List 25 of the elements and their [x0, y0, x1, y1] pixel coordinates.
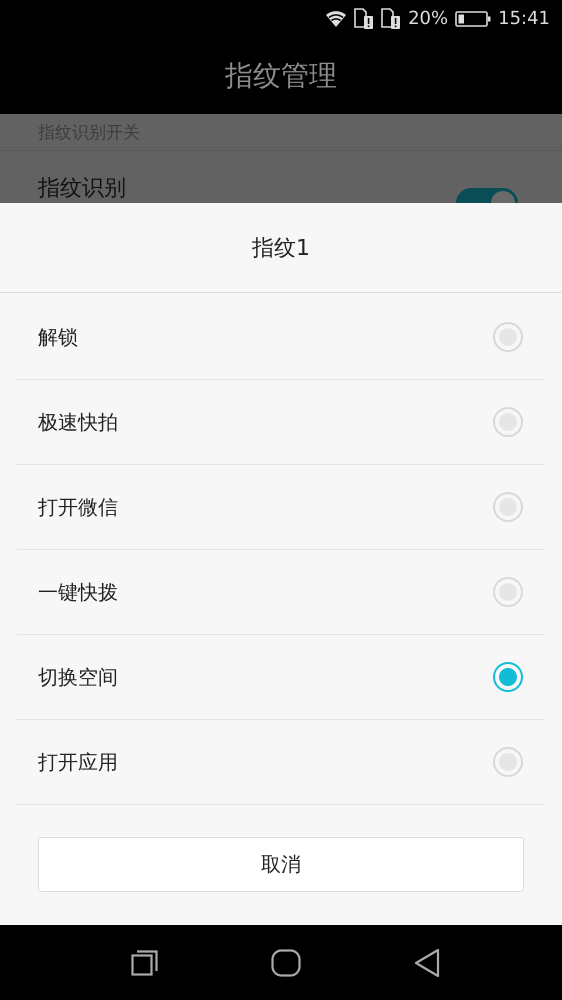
radio-button[interactable] [493, 407, 523, 437]
clock-time: 15:41 [498, 8, 550, 29]
radio-button[interactable] [493, 747, 523, 777]
radio-button[interactable] [493, 577, 523, 607]
back-icon[interactable] [413, 948, 441, 978]
battery-percent: 20% [408, 8, 448, 29]
screen-title: 指纹管理 [225, 58, 337, 94]
setting-label: 指纹识别 [38, 175, 126, 203]
radio-button[interactable] [493, 322, 523, 352]
option-item[interactable]: 解锁 [17, 295, 545, 380]
option-item[interactable]: 切换空间 [17, 635, 545, 720]
home-icon[interactable] [271, 948, 301, 976]
radio-button[interactable] [493, 492, 523, 522]
sim-card-icon [354, 8, 374, 30]
option-item[interactable]: 一键快拨 [17, 550, 545, 635]
option-item[interactable]: 打开应用 [17, 720, 545, 805]
cancel-button[interactable]: 取消 [38, 837, 524, 892]
option-item[interactable]: 极速快拍 [17, 380, 545, 465]
sim-card-icon [381, 8, 402, 30]
recent-apps-icon[interactable] [131, 948, 159, 976]
dialog-title: 指纹1 [252, 234, 310, 262]
option-item[interactable]: 打开微信 [17, 465, 545, 550]
wifi-icon [325, 10, 348, 28]
radio-button[interactable] [493, 662, 523, 692]
battery-icon [455, 10, 492, 26]
